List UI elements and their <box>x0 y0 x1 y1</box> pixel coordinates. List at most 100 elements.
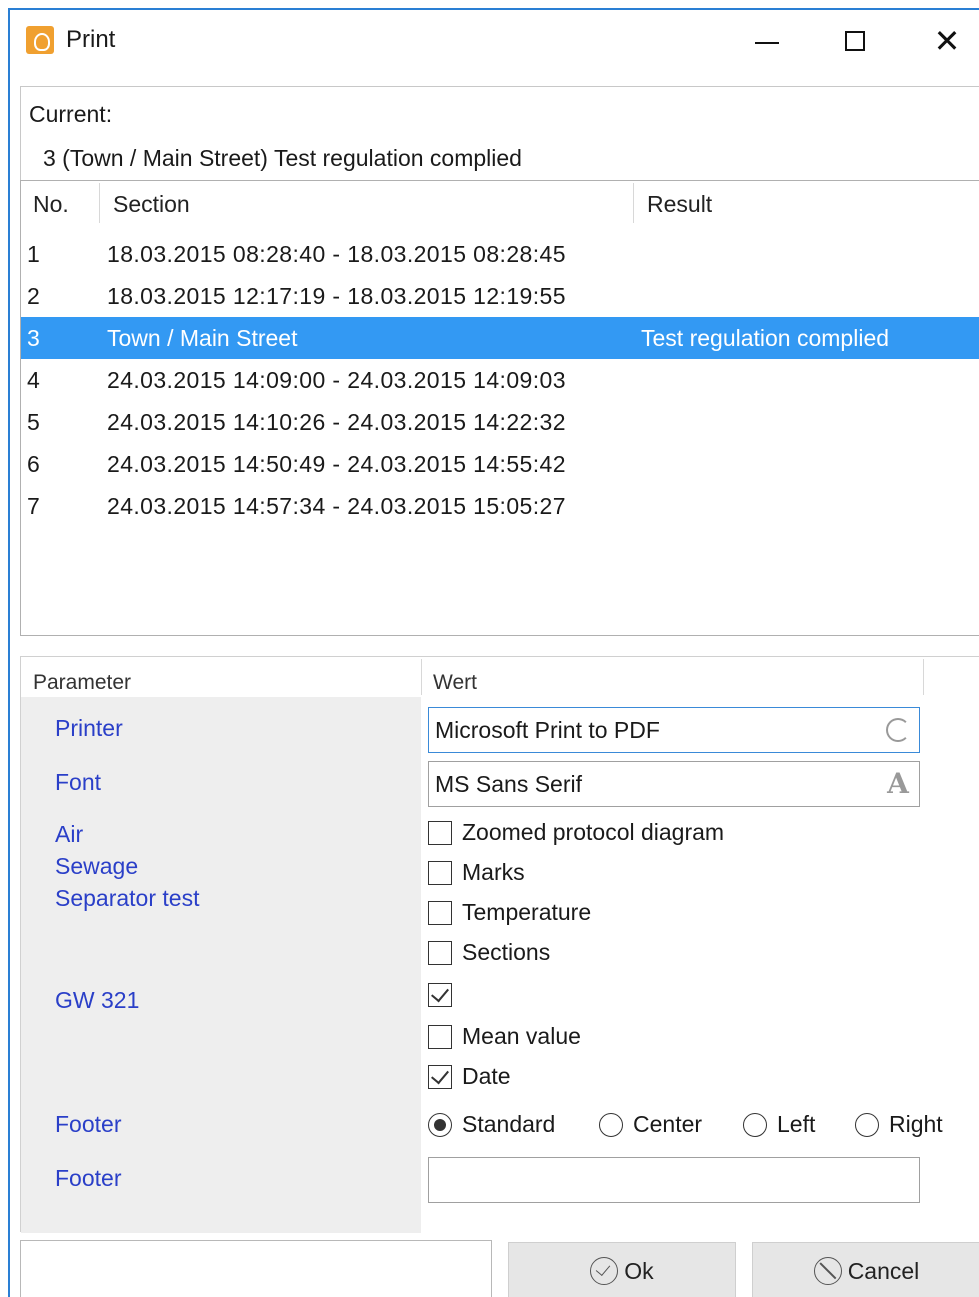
row-section: 24.03.2015 14:10:26 - 24.03.2015 14:22:3… <box>107 409 566 435</box>
font-icon[interactable]: A <box>883 768 913 800</box>
row-no: 3 <box>27 325 40 351</box>
column-divider[interactable] <box>99 183 100 223</box>
list-row[interactable]: 1 18.03.2015 08:28:40 - 18.03.2015 08:28… <box>21 233 979 275</box>
footer-radio-center[interactable]: Center <box>599 1111 702 1138</box>
column-header-section[interactable]: Section <box>113 191 190 218</box>
radio-circle[interactable] <box>855 1112 879 1137</box>
checkbox-box[interactable] <box>428 1024 452 1049</box>
maximize-button[interactable] <box>820 16 890 66</box>
ok-button[interactable]: Ok <box>508 1242 736 1297</box>
row-no: 6 <box>27 451 40 477</box>
checkbox-label: Mean value <box>462 1023 581 1049</box>
ok-label: Ok <box>624 1257 654 1284</box>
cancel-button[interactable]: Cancel <box>752 1242 979 1297</box>
footer-text-input[interactable] <box>428 1157 920 1203</box>
footer-option-label: Footer <box>55 1111 122 1137</box>
current-section-panel: Current: 3 (Town / Main Street) Test reg… <box>20 86 979 180</box>
sections-checkbox[interactable]: Sections <box>428 939 550 966</box>
list-row[interactable]: 4 24.03.2015 14:09:00 - 24.03.2015 14:09… <box>21 359 979 401</box>
list-row[interactable]: 6 24.03.2015 14:50:49 - 24.03.2015 14:55… <box>21 443 979 485</box>
section-list[interactable]: No. Section Result 1 18.03.2015 08:28:40… <box>20 180 979 636</box>
printer-field[interactable]: Microsoft Print to PDF <box>428 707 920 753</box>
column-divider[interactable] <box>421 659 422 695</box>
checkbox-label: Date <box>462 1063 511 1089</box>
row-section: 18.03.2015 08:28:40 - 18.03.2015 08:28:4… <box>107 241 566 267</box>
radio-circle-selected[interactable] <box>428 1112 452 1137</box>
row-no: 7 <box>27 493 40 519</box>
checkbox-label: Temperature <box>462 899 592 925</box>
cancel-circle-icon <box>813 1257 842 1285</box>
row-section: 24.03.2015 14:50:49 - 24.03.2015 14:55:4… <box>107 451 566 477</box>
value-header: Wert <box>433 671 477 694</box>
app-icon <box>26 26 54 54</box>
row-section: 18.03.2015 12:17:19 - 18.03.2015 12:19:5… <box>107 283 566 309</box>
font-value: MS Sans Serif <box>435 771 582 797</box>
checkbox-box[interactable] <box>428 900 452 925</box>
row-section: 24.03.2015 14:57:34 - 24.03.2015 15:05:2… <box>107 493 566 519</box>
cancel-label: Cancel <box>847 1257 920 1284</box>
refresh-icon[interactable] <box>883 714 913 746</box>
marks-checkbox[interactable]: Marks <box>428 859 525 886</box>
parameter-column: Printer Font Air Sewage Separator test G… <box>21 697 421 1233</box>
column-header-no[interactable]: No. <box>33 191 69 218</box>
radio-label: Right <box>889 1111 943 1137</box>
radio-circle[interactable] <box>743 1112 767 1137</box>
list-row[interactable]: 7 24.03.2015 14:57:34 - 24.03.2015 15:05… <box>21 485 979 527</box>
parameter-grid: Parameter Wert Printer Font Air Sewage S… <box>20 656 979 1233</box>
zoomed-diagram-checkbox[interactable]: Zoomed protocol diagram <box>428 819 724 846</box>
checkbox-box[interactable] <box>428 820 452 845</box>
font-field[interactable]: MS Sans Serif A <box>428 761 920 807</box>
radio-label: Standard <box>462 1111 556 1137</box>
row-section: Town / Main Street <box>107 325 298 351</box>
column-divider[interactable] <box>633 183 634 223</box>
list-row-selected[interactable]: 3 Town / Main Street Test regulation com… <box>21 317 979 359</box>
close-button[interactable]: ✕ <box>912 16 979 66</box>
font-label: Font <box>55 769 102 795</box>
gw-label: GW 321 <box>55 987 140 1013</box>
current-value: 3 (Town / Main Street) Test regulation c… <box>43 145 522 171</box>
checkbox-label: Sections <box>462 939 551 965</box>
status-field[interactable] <box>20 1240 492 1297</box>
parameter-header: Parameter <box>33 671 132 694</box>
minimize-button[interactable] <box>732 16 802 66</box>
footer-radio-standard[interactable]: Standard <box>428 1111 555 1138</box>
footer-radio-left[interactable]: Left <box>743 1111 815 1138</box>
row-no: 5 <box>27 409 40 435</box>
checkbox-box-checked[interactable] <box>428 983 452 1007</box>
row-no: 2 <box>27 283 40 309</box>
list-row[interactable]: 2 18.03.2015 12:17:19 - 18.03.2015 12:19… <box>21 275 979 317</box>
gw-checkbox[interactable] <box>428 983 462 1007</box>
checkbox-box[interactable] <box>428 860 452 885</box>
printer-value: Microsoft Print to PDF <box>435 717 660 743</box>
column-header-result[interactable]: Result <box>647 191 712 218</box>
air-label: Air <box>55 821 84 847</box>
list-row[interactable]: 5 24.03.2015 14:10:26 - 24.03.2015 14:22… <box>21 401 979 443</box>
print-dialog: Print ✕ Current: 3 (Town / Main Street) … <box>8 8 979 1297</box>
row-no: 1 <box>27 241 40 267</box>
radio-label: Center <box>633 1111 703 1137</box>
checkbox-box[interactable] <box>428 940 452 965</box>
radio-label: Left <box>777 1111 816 1137</box>
mean-value-checkbox[interactable]: Mean value <box>428 1023 581 1050</box>
close-icon: ✕ <box>933 23 961 59</box>
row-section: 24.03.2015 14:09:00 - 24.03.2015 14:09:0… <box>107 367 566 393</box>
title-bar: Print ✕ <box>10 10 979 76</box>
sewage-label: Sewage <box>55 853 139 879</box>
maximize-icon <box>845 31 865 51</box>
checkbox-label: Marks <box>462 859 525 885</box>
footer-radio-right[interactable]: Right <box>855 1111 943 1138</box>
checkbox-box-checked[interactable] <box>428 1064 452 1089</box>
separator-test-label: Separator test <box>55 885 200 911</box>
row-no: 4 <box>27 367 40 393</box>
row-result: Test regulation complied <box>641 325 890 351</box>
current-label: Current: <box>29 101 113 127</box>
temperature-checkbox[interactable]: Temperature <box>428 899 591 926</box>
printer-label: Printer <box>55 715 123 741</box>
radio-circle[interactable] <box>599 1112 623 1137</box>
check-circle-icon <box>590 1257 619 1285</box>
column-divider[interactable] <box>923 659 924 695</box>
window-title: Print <box>66 26 116 53</box>
list-header: No. Section Result <box>21 181 979 225</box>
date-checkbox[interactable]: Date <box>428 1063 511 1090</box>
checkbox-label: Zoomed protocol diagram <box>462 819 725 845</box>
